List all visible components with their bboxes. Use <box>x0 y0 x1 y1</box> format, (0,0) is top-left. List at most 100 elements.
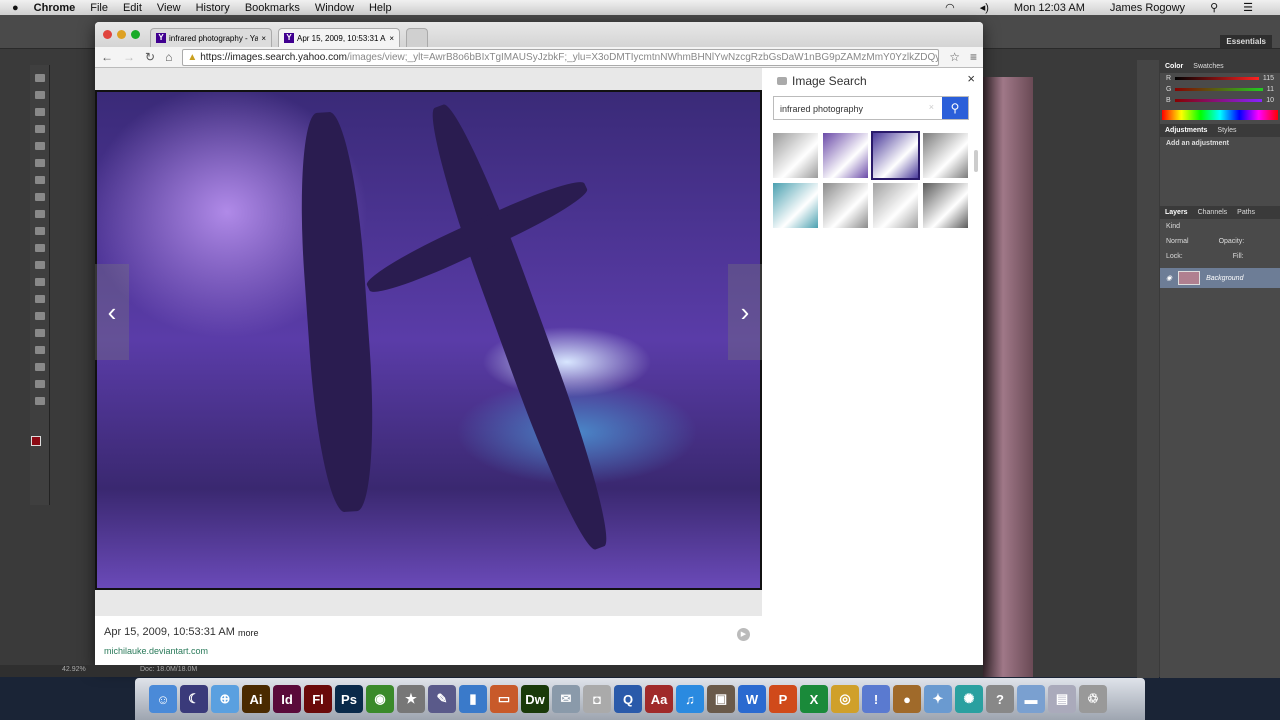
dock-numbers[interactable]: ▮ <box>459 685 487 713</box>
thumbnail-2[interactable] <box>823 133 868 178</box>
dock-illustrator[interactable]: Ai <box>242 685 270 713</box>
thumbnail-4[interactable] <box>923 133 968 178</box>
tab-styles[interactable]: Styles <box>1217 127 1236 134</box>
foreground-color-swatch[interactable] <box>31 436 41 446</box>
tab-search-results[interactable]: Yinfrared photography - Yahoo× <box>150 28 272 47</box>
tab-image-view[interactable]: Y Apr 15, 2009, 10:53:31 AM × <box>278 28 400 47</box>
dock-imovie[interactable]: ★ <box>397 685 425 713</box>
dock-indesign[interactable]: Id <box>273 685 301 713</box>
dock-flash[interactable]: Fl <box>304 685 332 713</box>
menu-help[interactable]: Help <box>369 2 392 14</box>
dock-folder[interactable]: ▬ <box>1017 685 1045 713</box>
dock-dictionary[interactable]: Aa <box>645 685 673 713</box>
layer-background[interactable]: ◉ Background <box>1160 268 1280 288</box>
bookmark-star-icon[interactable]: ☆ <box>949 50 960 64</box>
dock-powerpoint[interactable]: P <box>769 685 797 713</box>
more-link[interactable]: more <box>238 628 259 638</box>
layer-kind-filter[interactable]: Kind <box>1160 219 1280 234</box>
eye-icon[interactable]: ◉ <box>1166 274 1172 282</box>
dock-preview[interactable]: ✉ <box>552 685 580 713</box>
home-icon[interactable]: ⌂ <box>165 50 172 64</box>
tab-paths[interactable]: Paths <box>1237 209 1255 216</box>
apple-icon[interactable]: ● <box>12 2 19 14</box>
dock-finder[interactable]: ☺ <box>149 685 177 713</box>
menu-window[interactable]: Window <box>315 2 354 14</box>
volume-icon[interactable]: ◂) <box>980 1 989 14</box>
thumbnail-5[interactable] <box>773 183 818 228</box>
source-link[interactable]: michilauke.deviantart.com <box>104 646 208 656</box>
zoom-window-button[interactable] <box>131 30 140 39</box>
dock-virus[interactable]: ✺ <box>955 685 983 713</box>
close-window-button[interactable] <box>103 30 112 39</box>
search-input[interactable]: infrared photography × <box>774 97 942 119</box>
reload-icon[interactable]: ↻ <box>145 50 155 64</box>
thumbnail-8[interactable] <box>923 183 968 228</box>
dock-acorn[interactable]: ● <box>893 685 921 713</box>
wifi-icon[interactable]: ◠ <box>945 1 955 14</box>
address-bar[interactable]: ▲ https://images.search.yahoo.com/images/… <box>182 48 940 66</box>
scrollbar[interactable] <box>974 150 978 172</box>
close-tab-icon[interactable]: × <box>389 34 394 43</box>
clear-icon[interactable]: × <box>929 102 934 112</box>
dock-podcast[interactable]: ◉ <box>366 685 394 713</box>
spotlight-icon[interactable]: ⚲ <box>1210 1 1218 14</box>
close-tab-icon[interactable]: × <box>261 34 266 43</box>
thumbnail-3[interactable] <box>871 131 920 180</box>
menu-file[interactable]: File <box>90 2 108 14</box>
tab-layers[interactable]: Layers <box>1165 209 1188 216</box>
thumbnail-6[interactable] <box>823 183 868 228</box>
previous-image-button[interactable]: ‹ <box>95 264 129 360</box>
dock-script[interactable]: ✎ <box>428 685 456 713</box>
tab-color[interactable]: Color <box>1165 63 1183 70</box>
tab-swatches[interactable]: Swatches <box>1193 63 1223 70</box>
blend-mode-select[interactable]: Normal <box>1166 238 1189 245</box>
forward-icon[interactable]: → <box>123 50 135 64</box>
dock-night[interactable]: ☾ <box>180 685 208 713</box>
user-name[interactable]: James Rogowy <box>1110 2 1185 14</box>
menu-app[interactable]: Chrome <box>34 2 76 14</box>
new-tab-button[interactable] <box>406 28 428 47</box>
dock-camera[interactable]: ◘ <box>583 685 611 713</box>
dock-comic[interactable]: ! <box>862 685 890 713</box>
menu-icon[interactable]: ≡ <box>970 50 977 64</box>
workspace-switcher[interactable]: Essentials <box>1220 35 1272 48</box>
minimize-window-button[interactable] <box>117 30 126 39</box>
slideshow-play-icon[interactable]: ▶ <box>737 628 750 641</box>
dock-docs[interactable]: ▤ <box>1048 685 1076 713</box>
tab-channels[interactable]: Channels <box>1198 209 1228 216</box>
thumbnail-1[interactable] <box>773 133 818 178</box>
dock-keynote[interactable]: ▭ <box>490 685 518 713</box>
menu-edit[interactable]: Edit <box>123 2 142 14</box>
close-panel-button[interactable]: × <box>967 71 975 86</box>
back-icon[interactable]: ← <box>101 50 113 64</box>
clock[interactable]: Mon 12:03 AM <box>1014 2 1085 14</box>
search-button[interactable]: ⚲ <box>942 97 968 119</box>
dock-compass[interactable]: ✦ <box>924 685 952 713</box>
dock-chrome[interactable]: ◎ <box>831 685 859 713</box>
adjustment-icons[interactable] <box>1160 150 1280 206</box>
dock-help[interactable]: ? <box>986 685 1014 713</box>
dock-trash[interactable]: ♲ <box>1079 685 1107 713</box>
dock-safari-10-9[interactable]: ⊕ <box>211 685 239 713</box>
menu-view[interactable]: View <box>157 2 181 14</box>
dock-iphoto[interactable]: ▣ <box>707 685 735 713</box>
r-value[interactable]: 115 <box>1263 75 1274 82</box>
dock-quicktime[interactable]: Q <box>614 685 642 713</box>
dock-word[interactable]: W <box>738 685 766 713</box>
zoom-level[interactable]: 42.92% <box>62 666 86 673</box>
dock-excel[interactable]: X <box>800 685 828 713</box>
notification-icon[interactable]: ☰ <box>1243 1 1253 14</box>
g-value[interactable]: 11 <box>1267 86 1274 93</box>
dock-itunes[interactable]: ♫ <box>676 685 704 713</box>
next-image-button[interactable]: › <box>728 264 762 360</box>
dock-photoshop[interactable]: Ps <box>335 685 363 713</box>
menu-history[interactable]: History <box>196 2 230 14</box>
color-spectrum[interactable] <box>1162 110 1278 120</box>
ps-canvas <box>983 77 1033 677</box>
b-value[interactable]: 10 <box>1266 97 1274 104</box>
thumbnail-7[interactable] <box>873 183 918 228</box>
yahoo-icon: Y <box>284 33 294 43</box>
tab-adjustments[interactable]: Adjustments <box>1165 127 1207 134</box>
dock-dreamweaver[interactable]: Dw <box>521 685 549 713</box>
menu-bookmarks[interactable]: Bookmarks <box>245 2 300 14</box>
